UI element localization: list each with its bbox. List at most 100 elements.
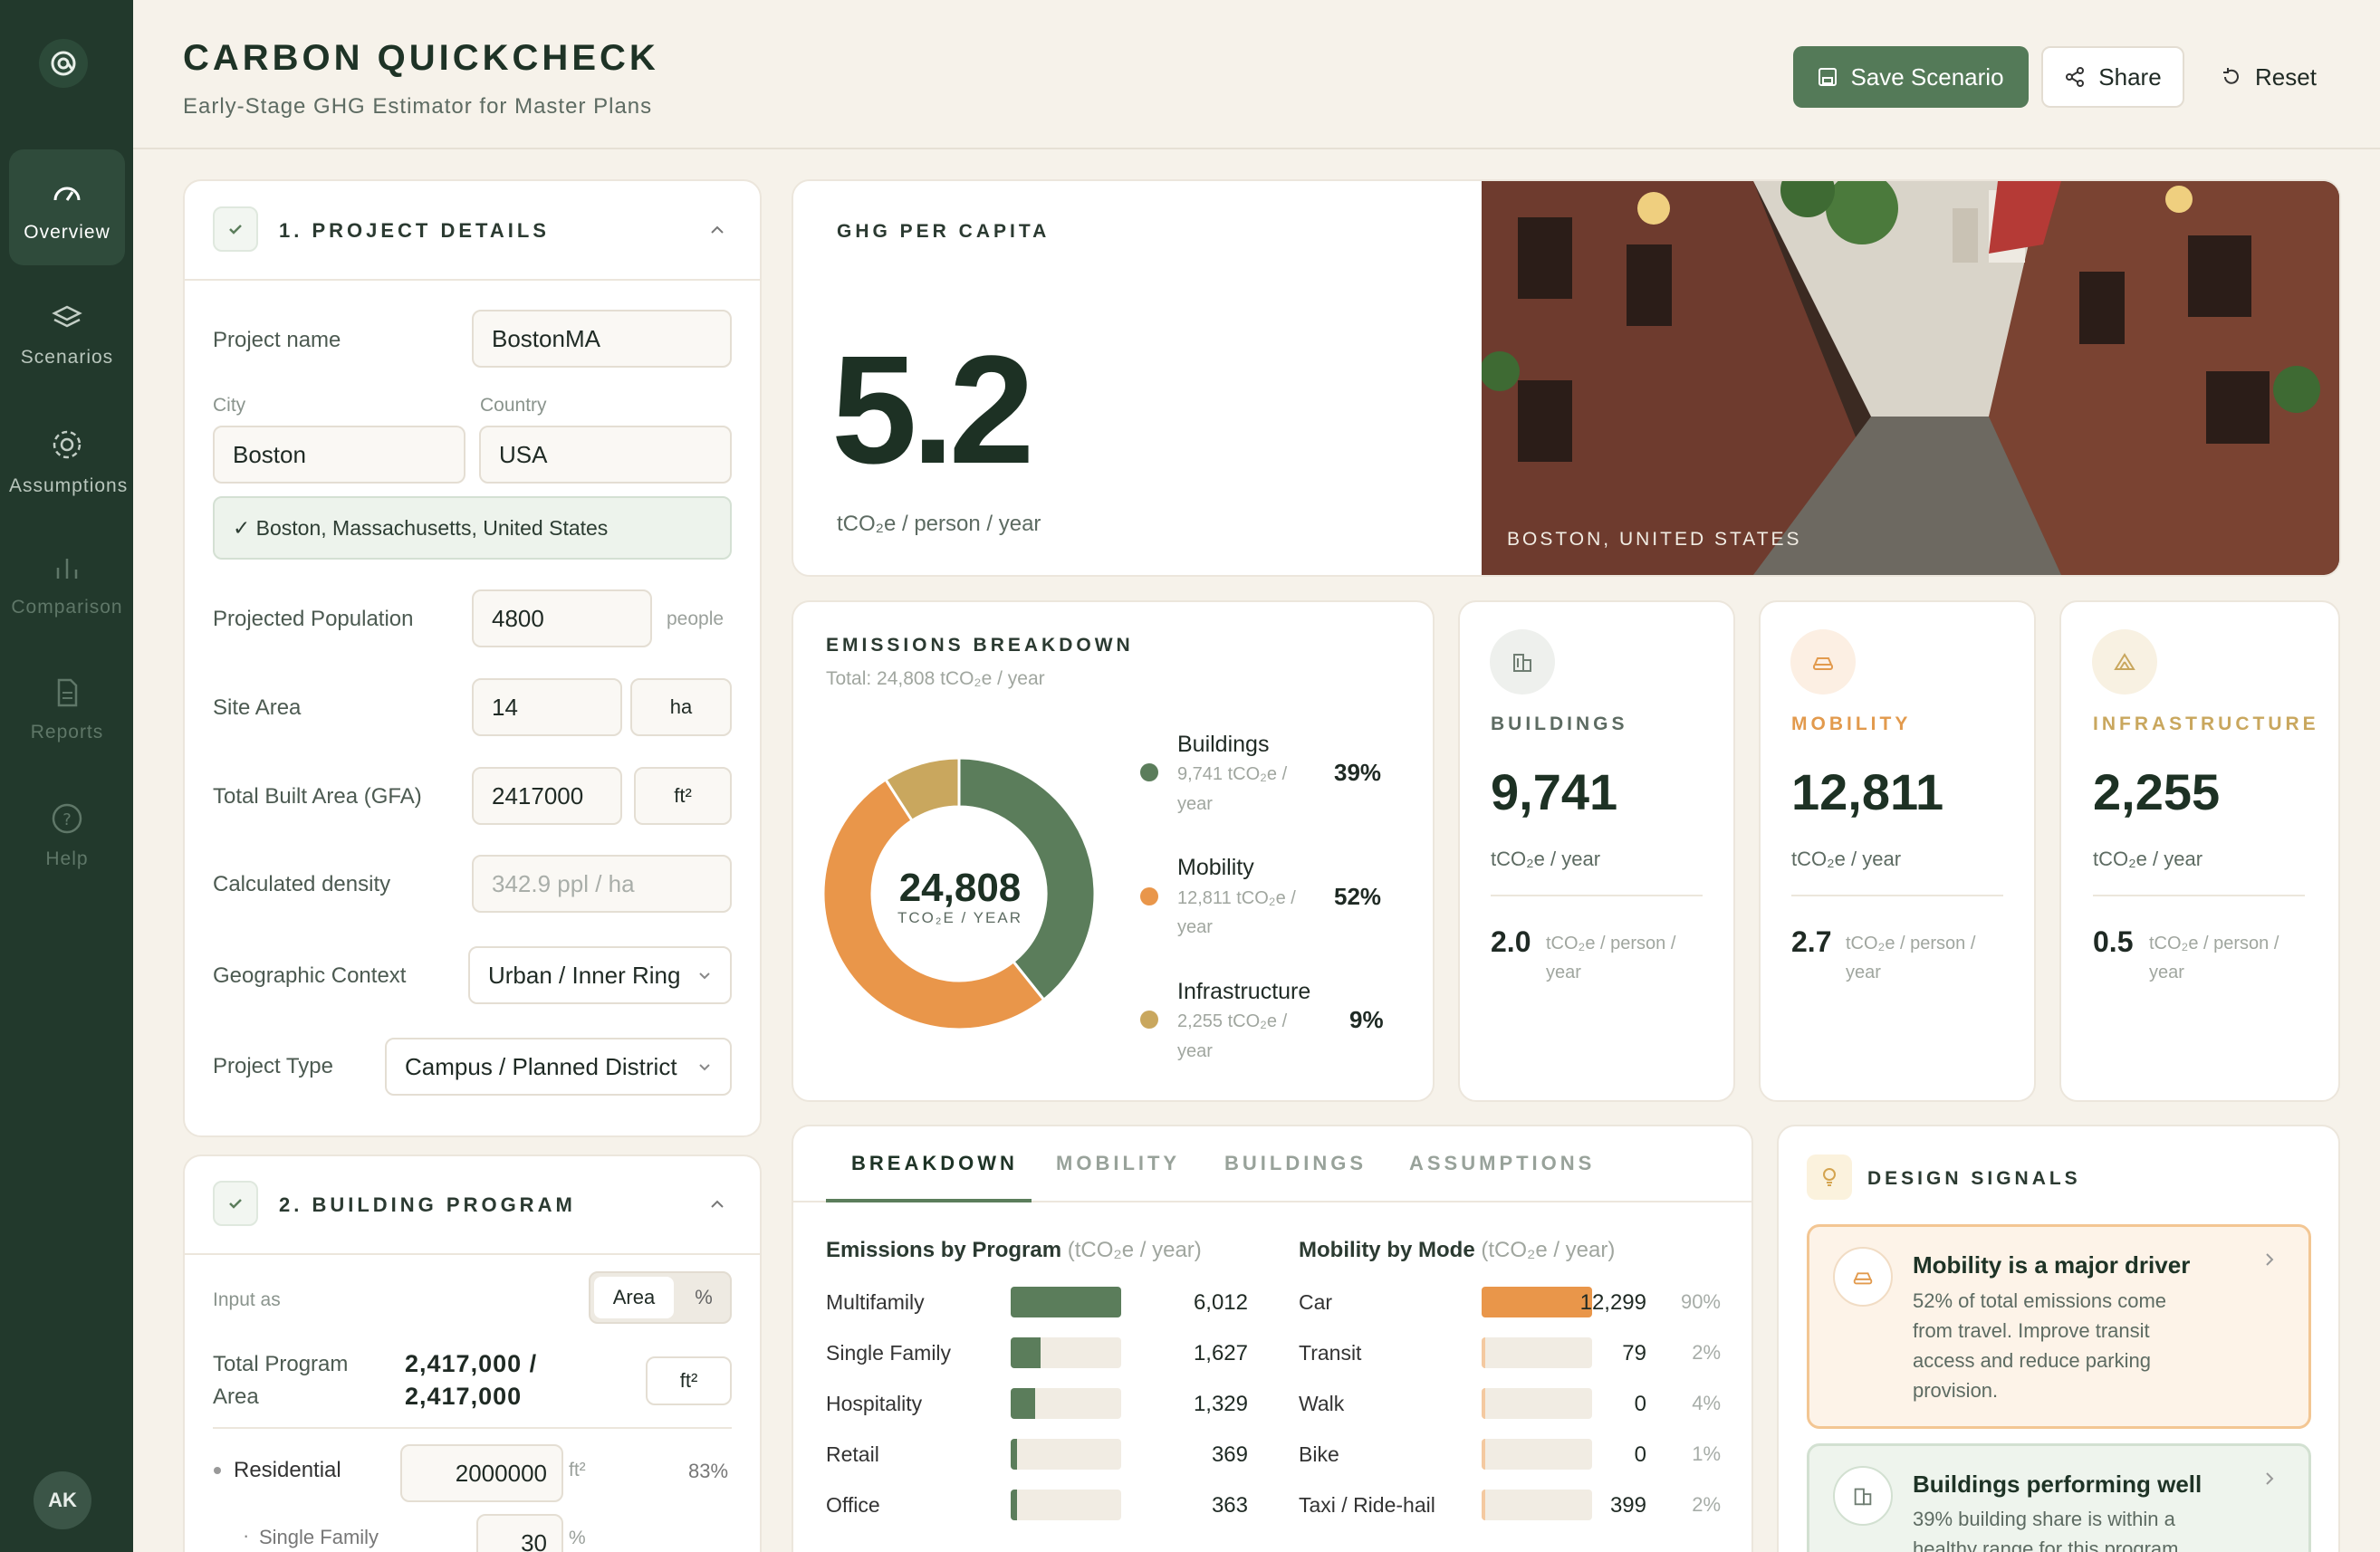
save-scenario-button[interactable]: Save Scenario (1793, 46, 2029, 108)
percent-value: 83% (688, 1460, 729, 1482)
save-icon (1819, 68, 1838, 86)
sidebar: Overview Scenarios Assumptions Compariso… (0, 0, 133, 1552)
reset-button[interactable]: Reset (2201, 46, 2337, 108)
ghg-value: 5.2 (831, 324, 1034, 496)
bar-fill (1482, 1490, 1485, 1520)
share-icon (2066, 67, 2085, 87)
divider (2093, 895, 2305, 896)
check-icon (213, 206, 258, 252)
layers-icon (52, 305, 82, 328)
category-label: MOBILITY (1791, 714, 1912, 734)
nav-label: Reports (30, 722, 104, 742)
category-unit: tCO₂e / year (1791, 848, 1902, 870)
select-value: Campus / Planned District (405, 1052, 677, 1080)
country-input[interactable]: USA (479, 426, 732, 484)
breakdown-heading: EMISSIONS BREAKDOWN (826, 635, 1134, 656)
field-label: Input as (213, 1289, 281, 1310)
divider (213, 1427, 732, 1429)
nav-label: Help (45, 848, 89, 869)
bar-track (1011, 1490, 1121, 1520)
collapse-chevron-icon[interactable] (708, 221, 726, 244)
geographic-context-select[interactable]: Urban / Inner Ring (468, 946, 732, 1004)
bar-fill (1011, 1388, 1035, 1419)
per-capita-unit: tCO₂e / person / (1546, 934, 1676, 953)
location-resolved-badge: ✓ Boston, Massachusetts, United States (213, 496, 732, 560)
table-title-text: Mobility by Mode (1299, 1238, 1475, 1262)
category-unit: tCO₂e / year (1491, 848, 1601, 870)
building-icon (1490, 629, 1555, 695)
tab-mobility[interactable]: MOBILITY (1056, 1152, 1180, 1175)
density-readout: 342.9 ppl / ha (472, 855, 732, 913)
avatar[interactable]: AK (34, 1471, 91, 1529)
toggle-percent[interactable]: % (681, 1277, 726, 1318)
collapse-chevron-icon[interactable] (708, 1195, 726, 1218)
toggle-area[interactable]: Area (594, 1277, 674, 1318)
per-capita-value: 0.5 (2093, 925, 2134, 958)
row-value: 399 (1609, 1493, 1646, 1518)
legend-sub: year (1177, 917, 1213, 937)
ghg-label: GHG PER CAPITA (837, 221, 1051, 242)
single-family-input[interactable]: 30 (476, 1514, 563, 1552)
project-type-select[interactable]: Campus / Planned District (385, 1038, 732, 1096)
row-label: Multifamily (826, 1290, 925, 1314)
field-label: Project Type (213, 1054, 333, 1078)
nav-overview[interactable]: Overview (9, 149, 125, 265)
project-name-input[interactable]: BostonMA (472, 310, 732, 368)
table-title: Emissions by Program (tCO₂e / year) (826, 1238, 1202, 1263)
row-value: 1,329 (1193, 1392, 1248, 1416)
gfa-unit-select[interactable]: ft² (634, 767, 732, 825)
nav-help[interactable]: ? Help (9, 774, 125, 890)
total-program-value: 2,417,000 (405, 1383, 523, 1410)
nav-label: Overview (24, 222, 110, 243)
tab-buildings[interactable]: BUILDINGS (1224, 1152, 1367, 1175)
tab-assumptions[interactable]: ASSUMPTIONS (1409, 1152, 1595, 1175)
field-label: Total Built Area (GFA) (213, 784, 422, 809)
car-icon (1833, 1247, 1893, 1307)
tab-breakdown[interactable]: BREAKDOWN (851, 1152, 1018, 1175)
signal-text: healthy range for this program (1913, 1538, 2179, 1552)
nav-assumptions[interactable]: Assumptions (9, 399, 127, 515)
nav-comparison[interactable]: Comparison (9, 524, 125, 640)
nav-label: Comparison (11, 597, 123, 618)
legend-swatch (1140, 1011, 1158, 1029)
field-label: Projected Population (213, 607, 414, 631)
nav-label: Scenarios (20, 347, 114, 368)
select-value: Urban / Inner Ring (488, 961, 681, 989)
category-value: 12,811 (1791, 763, 1944, 820)
signals-heading: DESIGN SIGNALS (1867, 1168, 2081, 1189)
logo-mark-icon[interactable] (39, 39, 88, 88)
share-button[interactable]: Share (2041, 46, 2184, 108)
donut-center-unit: TCO₂E / YEAR (897, 909, 1022, 926)
row-label: Hospitality (826, 1392, 923, 1415)
total-program-value: 2,417,000 / (405, 1350, 538, 1377)
field-label: Project name (213, 328, 341, 352)
gfa-input[interactable]: 2417000 (472, 767, 622, 825)
row-label: Bike (1299, 1442, 1339, 1466)
help-icon: ? (52, 803, 82, 834)
row-label: Office (826, 1493, 880, 1517)
table-title-text: Emissions by Program (826, 1238, 1062, 1262)
category-value: 2,255 (2093, 763, 2221, 820)
nav-reports[interactable]: Reports (9, 649, 125, 765)
residential-area-input[interactable]: 2000000 (400, 1444, 563, 1502)
per-capita-unit: year (1546, 963, 1581, 982)
nav-scenarios[interactable]: Scenarios (9, 274, 125, 390)
reset-label: Reset (2255, 62, 2317, 91)
bar-fill (1482, 1388, 1485, 1419)
program-unit-select[interactable]: ft² (646, 1356, 732, 1405)
row-percent: 4% (1692, 1392, 1721, 1414)
field-label: Single Family (259, 1526, 379, 1548)
page-subtitle: Early-Stage GHG Estimator for Master Pla… (183, 94, 653, 119)
svg-text:?: ? (62, 810, 72, 829)
population-input[interactable]: 4800 (472, 589, 652, 647)
detail-tabs-card (792, 1125, 1753, 1552)
site-area-input[interactable]: 14 (472, 678, 622, 736)
bar-fill (1011, 1439, 1018, 1470)
city-input[interactable]: Boston (213, 426, 465, 484)
bar-fill (1011, 1287, 1121, 1317)
per-capita-unit: tCO₂e / person / (1846, 934, 1976, 953)
row-value: 369 (1211, 1442, 1248, 1467)
site-unit-select[interactable]: ha (630, 678, 732, 736)
row-value: 0 (1634, 1392, 1646, 1416)
legend-pct: 52% (1334, 883, 1382, 910)
